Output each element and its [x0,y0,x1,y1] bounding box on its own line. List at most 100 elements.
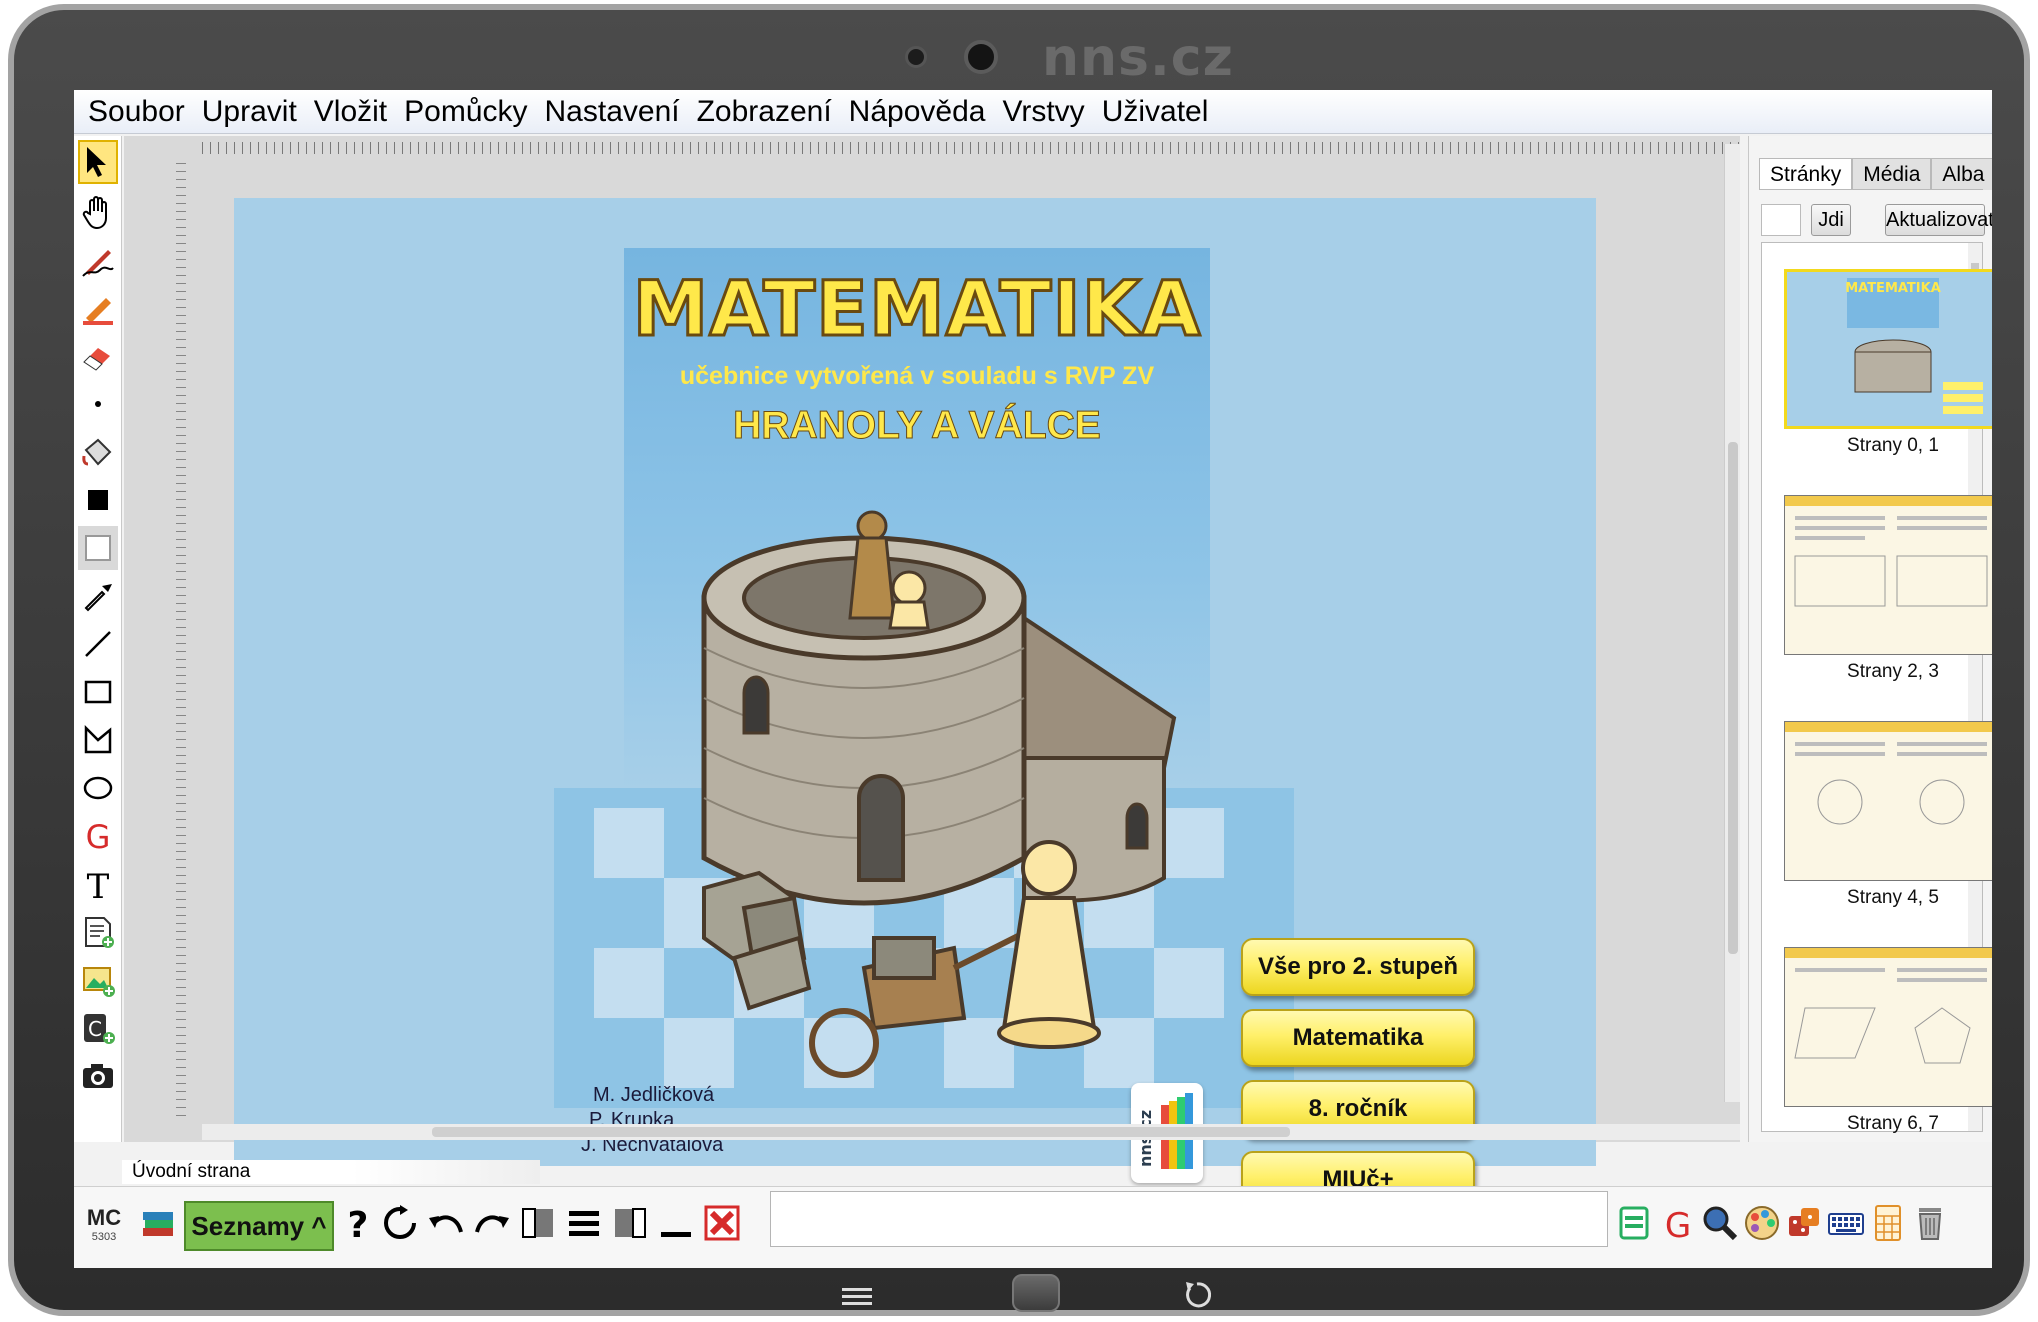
menu-vlozit[interactable]: Vložit [306,90,395,134]
cover-button-mathematics[interactable]: Matematika [1241,1009,1475,1067]
svg-text:?: ? [348,1205,369,1242]
line-color-icon[interactable] [78,526,118,570]
go-button[interactable]: Jdi [1811,204,1851,236]
camera-tool-icon[interactable] [78,1054,118,1098]
polygon-tool-icon[interactable] [78,718,118,762]
cover-subtitle: učebnice vytvořená v souladu s RVP ZV [679,362,1155,390]
svg-text:G: G [1665,1206,1691,1242]
keyboard-tablet-icon[interactable] [1614,1201,1654,1245]
menu-vrstvy[interactable]: Vrstvy [994,90,1092,134]
help-icon[interactable]: ? [338,1201,378,1245]
textbook-cover-page[interactable]: MATEMATIKA učebnice vytvořená v souladu … [234,198,1596,1209]
minimize-icon[interactable] [656,1201,696,1245]
thumbnail-label: Strany 6, 7 [1847,1113,1939,1134]
calculator-icon[interactable] [1868,1201,1908,1245]
fill-tool-icon[interactable] [78,430,118,474]
palette-icon[interactable] [1742,1201,1782,1245]
menu-uzivatel[interactable]: Uživatel [1094,90,1217,134]
panel-left-icon[interactable] [518,1201,558,1245]
page-name-status: Úvodní strana [122,1160,540,1184]
hardware-back-icon[interactable] [1182,1280,1212,1310]
trash-icon[interactable] [1910,1201,1950,1245]
menu-upravit[interactable]: Upravit [194,90,305,134]
highlighter-tool-icon[interactable] [78,286,118,330]
hardware-menu-icon[interactable] [842,1286,872,1306]
canvas-area[interactable]: MATEMATIKA učebnice vytvořená v souladu … [124,136,1740,1209]
books-icon[interactable] [138,1201,178,1245]
panel-right-icon[interactable] [610,1201,650,1245]
undo-icon[interactable] [426,1201,466,1245]
menu-nastaveni[interactable]: Nastavení [537,90,688,134]
refresh-button[interactable]: Aktualizovat [1885,204,1992,236]
command-input[interactable] [770,1191,1608,1247]
hardware-home-button[interactable] [1012,1274,1060,1312]
geogebra-tool-icon[interactable]: G [78,814,118,858]
side-panel-tabs: Stránky Média Alba [1759,158,1992,190]
side-panel: Stránky Média Alba Jdi Aktualizovat MATE… [1748,136,1992,1142]
add-note-icon[interactable] [78,910,118,954]
author-1: M. Jedličková [593,1084,715,1106]
menu-soubor[interactable]: Soubor [80,90,193,134]
svg-text:G: G [86,818,111,854]
fill-color-icon[interactable] [78,478,118,522]
device-brand: nns.cz [1042,28,1234,88]
vertical-scrollbar[interactable] [1724,144,1740,1102]
ellipse-tool-icon[interactable] [78,766,118,810]
page-thumbnail-list[interactable]: MATEMATIKA Strany 0, 1 Strany 2, 3 Stran… [1761,242,1992,1134]
menu-bar: Soubor Upravit Vložit Pomůcky Nastavení … [74,90,1992,134]
bottom-toolbar: MC 5303 Seznamy ^ ? G [74,1186,1992,1268]
tablet-frame: nns.cz Soubor Upravit Vložit Pomůcky Nas… [8,4,2030,1316]
svg-text:T: T [87,867,110,902]
keyboard-icon[interactable] [1826,1201,1866,1245]
sensor-icon [905,46,927,68]
tab-media[interactable]: Média [1852,158,1932,190]
hand-tool-icon[interactable] [78,190,118,234]
thumbnail-label: Strany 2, 3 [1847,661,1939,682]
eyedropper-tool-icon[interactable] [78,574,118,618]
cover-button-all-grades[interactable]: Vše pro 2. stupeň [1241,938,1475,996]
thumbnail-page-0-1[interactable]: MATEMATIKA [1784,269,1992,429]
cover-topic: HRANOLY A VÁLCE [733,404,1102,448]
tab-pages[interactable]: Stránky [1759,158,1853,190]
menu-napoveda[interactable]: Nápověda [841,90,994,134]
menu-lines-icon[interactable] [564,1201,604,1245]
add-media-icon[interactable]: C [78,1006,118,1050]
thumbnail-label: Strany 0, 1 [1847,435,1939,456]
dice-icon[interactable] [1784,1201,1824,1245]
thumbnail-label: Strany 4, 5 [1847,887,1939,908]
thumbnail-page-2-3[interactable] [1784,495,1992,655]
ruler-left [176,156,186,1116]
menu-zobrazeni[interactable]: Zobrazení [689,90,840,134]
redo-icon[interactable] [472,1201,512,1245]
svg-text:MATEMATIKA: MATEMATIKA [1845,281,1941,296]
add-image-icon[interactable] [78,958,118,1002]
text-tool-icon[interactable]: T [78,862,118,906]
close-icon[interactable] [702,1201,742,1245]
search-icon[interactable] [1700,1201,1740,1245]
tool-palette: G T C [74,136,122,1142]
pen-tool-icon[interactable] [78,238,118,282]
rectangle-tool-icon[interactable] [78,670,118,714]
tower-illustration [554,510,1294,1108]
mc-indicator[interactable]: MC 5303 [82,1205,126,1243]
app-window: Soubor Upravit Vložit Pomůcky Nastavení … [74,90,1992,1268]
line-tool-icon[interactable] [78,622,118,666]
geogebra-icon[interactable]: G [1658,1201,1698,1245]
camera-icon [964,40,998,74]
page-number-input[interactable] [1761,204,1801,236]
eraser-tool-icon[interactable] [78,334,118,378]
thumbnail-page-6-7[interactable] [1784,947,1992,1107]
menu-pomucky[interactable]: Pomůcky [396,90,535,134]
tab-albums[interactable]: Alba [1931,158,1992,190]
mc-number: 5303 [91,1231,117,1243]
horizontal-scrollbar[interactable] [202,1124,1740,1140]
thumbnail-page-4-5[interactable] [1784,721,1992,881]
svg-text:C: C [88,1017,102,1041]
select-tool-icon[interactable] [78,140,118,184]
dot-tool-icon[interactable] [78,382,118,426]
cover-title: MATEMATIKA [631,263,1202,355]
refresh-icon[interactable] [380,1201,420,1245]
mc-label: MC [86,1205,122,1230]
authors-list: M. Jedličková P. Krupka J. Nechvátalová [581,1083,739,1158]
lists-button[interactable]: Seznamy ^ [184,1201,334,1251]
